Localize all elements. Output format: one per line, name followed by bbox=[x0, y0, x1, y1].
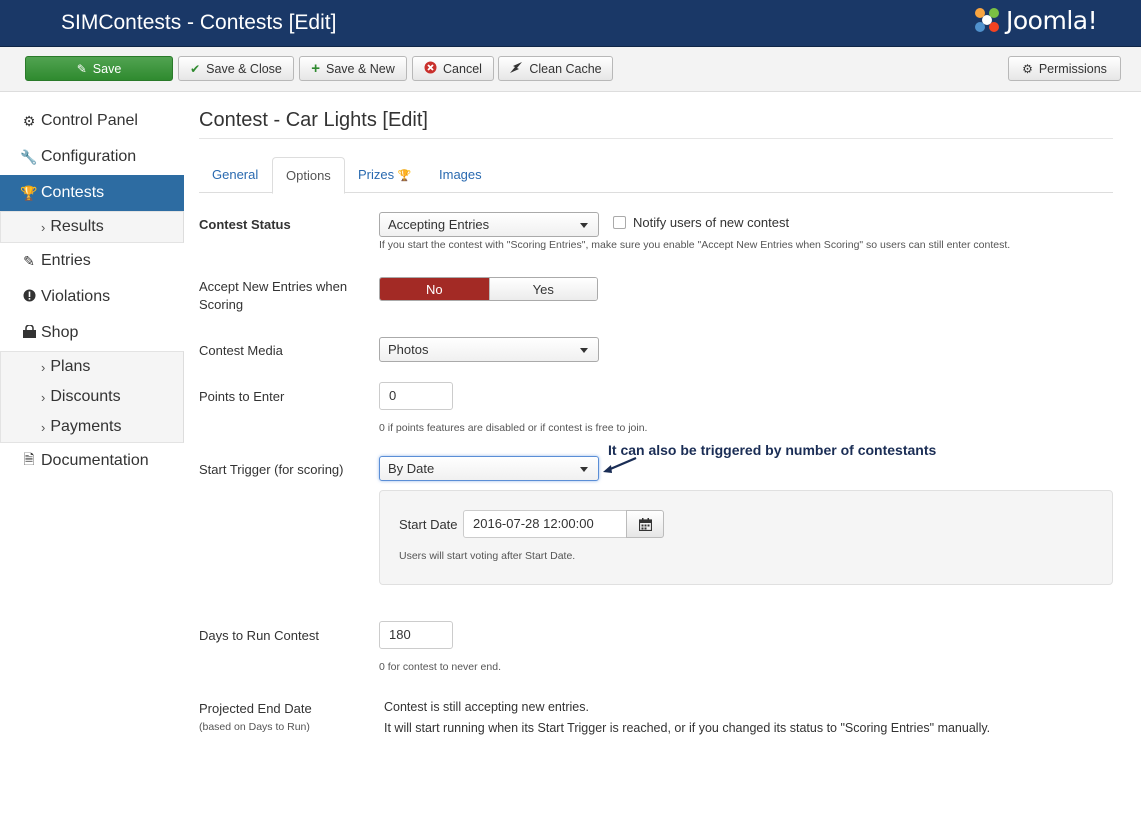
tab-options[interactable]: Options bbox=[272, 157, 345, 194]
projected-end-line-2: It will start running when its Start Tri… bbox=[384, 721, 991, 735]
sidebar-item-plans[interactable]: › Plans bbox=[1, 352, 183, 382]
edit-icon: ✎ bbox=[76, 61, 87, 76]
accept-new-entries-toggle: No Yes bbox=[379, 277, 598, 301]
caret-down-icon bbox=[580, 223, 588, 228]
gear-icon: ⚙ bbox=[1022, 61, 1033, 76]
tab-prizes[interactable]: Prizes 🏆 bbox=[345, 157, 424, 193]
sidebar-item-contests[interactable]: 🏆 Contests bbox=[0, 175, 184, 211]
toggle-no-option[interactable]: No bbox=[380, 278, 489, 300]
chevron-right-icon: › bbox=[41, 389, 46, 405]
app-title: SIMContests - Contests [Edit] bbox=[61, 11, 337, 34]
start-trigger-label: Start Trigger (for scoring) bbox=[199, 462, 344, 477]
sidebar-subgroup-contests: › Results bbox=[0, 211, 184, 243]
clean-cache-button[interactable]: Clean Cache bbox=[498, 56, 613, 81]
notify-users-label: Notify users of new contest bbox=[633, 215, 790, 230]
joomla-logo[interactable]: Joomla! bbox=[972, 5, 1098, 35]
cogs-icon: ⚙ bbox=[22, 112, 36, 129]
annotation-arrow-icon bbox=[603, 456, 637, 473]
page-title: Contest - Car Lights [Edit] bbox=[199, 109, 428, 131]
save-close-button[interactable]: ✔ Save & Close bbox=[178, 56, 294, 81]
days-to-run-input[interactable]: 180 bbox=[379, 621, 453, 649]
warning-icon bbox=[20, 289, 38, 305]
points-to-enter-label: Points to Enter bbox=[199, 389, 285, 404]
sidebar-item-shop[interactable]: Shop bbox=[0, 315, 184, 351]
tab-bar: General Options Prizes 🏆 Images bbox=[199, 157, 1113, 194]
sidebar-item-documentation[interactable]: 🗎 Documentation bbox=[0, 443, 184, 479]
caret-down-icon bbox=[580, 348, 588, 353]
shopping-bag-icon bbox=[20, 323, 38, 342]
top-header: SIMContests - Contests [Edit] Joomla! bbox=[0, 0, 1141, 47]
contest-status-label: Contest Status bbox=[199, 217, 291, 232]
days-to-run-label: Days to Run Contest bbox=[199, 628, 319, 643]
chevron-right-icon: › bbox=[41, 419, 46, 435]
points-help: 0 if points features are disabled or if … bbox=[379, 422, 648, 434]
calendar-button[interactable] bbox=[626, 510, 664, 538]
chevron-right-icon: › bbox=[41, 219, 46, 235]
sidebar-nav: ⚙ Control Panel 🔧 Configuration 🏆 Contes… bbox=[0, 103, 184, 479]
tab-images[interactable]: Images bbox=[426, 157, 495, 193]
plus-icon: + bbox=[311, 60, 320, 77]
days-to-run-help: 0 for contest to never end. bbox=[379, 661, 501, 673]
edit-icon: ✎ bbox=[23, 252, 35, 269]
projected-end-label: Projected End Date bbox=[199, 701, 312, 716]
joomla-wordmark: Joomla! bbox=[1006, 5, 1098, 35]
sidebar-item-control-panel[interactable]: ⚙ Control Panel bbox=[0, 103, 184, 139]
accept-new-entries-label: Accept New Entries when Scoring bbox=[199, 279, 348, 312]
sidebar-item-configuration[interactable]: 🔧 Configuration bbox=[0, 139, 184, 175]
start-trigger-select[interactable]: By Date bbox=[379, 456, 599, 481]
chevron-right-icon: › bbox=[41, 359, 46, 375]
contest-status-select[interactable]: Accepting Entries bbox=[379, 212, 599, 237]
caret-down-icon bbox=[580, 467, 588, 472]
heading-divider bbox=[199, 138, 1113, 139]
start-date-label: Start Date bbox=[399, 517, 458, 532]
projected-end-line-1: Contest is still accepting new entries. bbox=[384, 700, 589, 714]
projected-end-text: Contest is still accepting new entries. … bbox=[384, 697, 990, 739]
points-to-enter-input[interactable]: 0 bbox=[379, 382, 453, 410]
sidebar-item-violations[interactable]: Violations bbox=[0, 279, 184, 315]
document-icon: 🗎 bbox=[23, 451, 35, 467]
permissions-button[interactable]: ⚙ Permissions bbox=[1008, 56, 1121, 81]
sidebar-subgroup-shop: › Plans › Discounts › Payments bbox=[0, 351, 184, 443]
wrench-icon: 🔧 bbox=[20, 148, 38, 165]
toggle-yes-option[interactable]: Yes bbox=[488, 278, 597, 300]
toolbar: ✎ Save ✔ Save & Close + Save & New Cance… bbox=[0, 47, 1141, 92]
cancel-circle-icon bbox=[424, 61, 437, 77]
calendar-icon bbox=[638, 517, 652, 531]
lightning-icon bbox=[509, 61, 523, 77]
save-new-button[interactable]: + Save & New bbox=[299, 56, 407, 81]
start-date-help: Users will start voting after Start Date… bbox=[399, 550, 576, 562]
trophy-icon: 🏆 bbox=[20, 184, 38, 201]
tab-general[interactable]: General bbox=[199, 157, 271, 193]
sidebar-item-entries[interactable]: ✎ Entries bbox=[0, 243, 184, 279]
sidebar-item-results[interactable]: › Results bbox=[1, 212, 183, 242]
save-button[interactable]: ✎ Save bbox=[25, 56, 173, 81]
check-icon: ✔ bbox=[190, 61, 201, 76]
contest-media-select[interactable]: Photos bbox=[379, 337, 599, 362]
contest-media-label: Contest Media bbox=[199, 343, 283, 358]
joomla-icon bbox=[975, 8, 999, 32]
cancel-button[interactable]: Cancel bbox=[412, 56, 494, 81]
annotation-note: It can also be triggered by number of co… bbox=[608, 442, 937, 458]
notify-users-checkbox[interactable] bbox=[613, 216, 626, 229]
contest-status-help: If you start the contest with "Scoring E… bbox=[379, 239, 1011, 251]
sidebar-item-payments[interactable]: › Payments bbox=[1, 412, 183, 442]
sidebar-item-discounts[interactable]: › Discounts bbox=[1, 382, 183, 412]
trophy-icon: 🏆 bbox=[397, 170, 412, 182]
start-date-input[interactable]: 2016-07-28 12:00:00 bbox=[463, 510, 627, 538]
projected-end-sublabel: (based on Days to Run) bbox=[199, 721, 310, 733]
